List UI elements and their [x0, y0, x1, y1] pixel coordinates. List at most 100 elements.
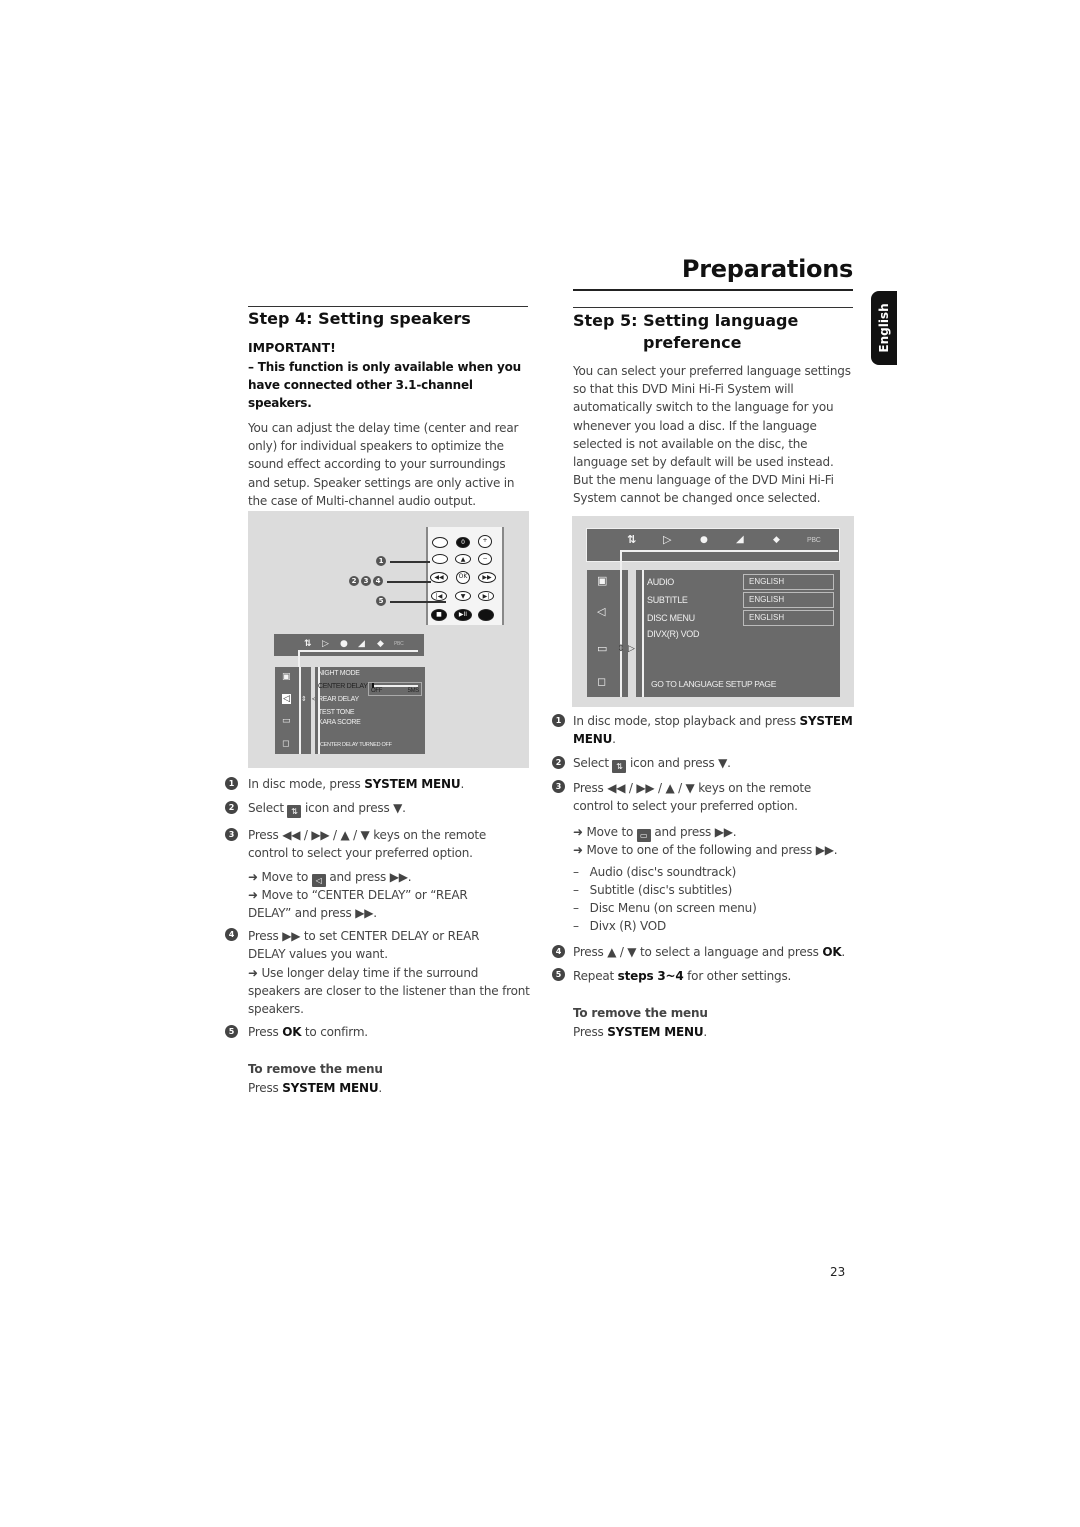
option-text: Audio (disc's soundtrack)	[589, 865, 737, 879]
updown-icon: ⇕	[301, 695, 307, 703]
key-label: MENU	[573, 732, 613, 746]
subtitle-language-value[interactable]: ENGLISH	[743, 592, 834, 608]
language-tab-label: English	[877, 303, 891, 353]
step-text: Press	[248, 1025, 283, 1039]
key-label: SYSTEM	[799, 714, 853, 728]
step-number: 1	[552, 714, 565, 727]
remove-menu-instruction: Press SYSTEM MENU.	[248, 1079, 382, 1097]
person-icon: ▣	[597, 574, 608, 587]
step-number: 2	[225, 801, 238, 814]
language-tab: English	[871, 291, 897, 365]
osd-connector	[620, 550, 838, 552]
remote-button-skip-next: ▶|	[478, 591, 494, 601]
step-text: Press	[248, 1081, 283, 1095]
slider-min-label: OFF	[371, 688, 383, 694]
step4-substep: DELAY” and press ▶▶.	[248, 906, 377, 920]
setup-icon: ⇅	[287, 805, 302, 818]
remote-button-zero: 0	[456, 537, 470, 548]
callout-4: 4	[373, 576, 383, 586]
angle-icon: ◢	[358, 639, 365, 649]
header-rule	[573, 289, 853, 291]
callout-3: 3	[361, 576, 371, 586]
option-text: Divx (R) VOD	[589, 919, 667, 933]
remote-button-ok: OK	[456, 571, 470, 584]
key-label: SYSTEM MENU	[607, 1025, 704, 1039]
remove-menu-title: To remove the menu	[573, 1006, 708, 1020]
step-text: for other settings.	[683, 969, 792, 983]
osd-nav-strip: ⇕	[299, 667, 311, 754]
updown-icon: ⇕	[617, 644, 625, 654]
page-title: Preparations	[681, 255, 853, 283]
step-text: In disc mode, press	[248, 777, 365, 791]
remove-menu-instruction: Press SYSTEM MENU.	[573, 1023, 707, 1041]
osd-top-bar: ⇅ ▷ ● ◢ ◆ PBC	[586, 528, 840, 562]
brightness-icon: ◆	[377, 639, 384, 649]
step4-instruction-2: Select ⇅ icon and press ▼.	[248, 799, 406, 818]
menu-item-rear-delay: REAR DELAY	[318, 696, 359, 703]
step-text: to confirm.	[301, 1025, 368, 1039]
step-text: .	[378, 1081, 383, 1095]
key-label: OK	[282, 1025, 302, 1039]
step4-substep: ➜ Use longer delay time if the surround	[248, 966, 479, 980]
menu-item-test-tone: TEST TONE	[318, 709, 355, 716]
step-number: 4	[225, 928, 238, 941]
setup-icon: ⇅	[304, 639, 312, 649]
step-text: icon and press ▼.	[301, 801, 406, 815]
play-icon: ▷	[663, 533, 672, 546]
pbc-label: PBC	[807, 537, 821, 544]
step5-instruction-1: In disc mode, stop playback and press SY…	[573, 712, 858, 748]
step5-instruction-5: Repeat steps 3~4 for other settings.	[573, 967, 791, 985]
speaker-icon: ◁	[282, 694, 291, 704]
step-text: and press ▶▶.	[650, 825, 737, 839]
callout-5: 5	[376, 596, 386, 606]
callout-line	[390, 601, 446, 603]
remote-button-volume-up: +	[478, 535, 492, 548]
remote-button-down: ▼	[455, 591, 471, 601]
disc-menu-language-value[interactable]: ENGLISH	[743, 610, 834, 626]
remote-button-stop: ■	[431, 609, 447, 621]
subtitle-icon: ▭	[282, 716, 291, 726]
step5-substep: ➜ Move to ▭ and press ▶▶.	[573, 823, 737, 842]
key-label: SYSTEM MENU	[282, 1081, 379, 1095]
remote-button-up: ▲	[455, 554, 471, 564]
audio-language-value[interactable]: ENGLISH	[743, 574, 834, 590]
step-number: 1	[225, 777, 238, 790]
remote-control: 0 + ▲ − ◀◀ OK ▶▶ |◀ ▼ ▶| ■ ▶II	[426, 527, 504, 625]
step-text: Select	[248, 801, 288, 815]
step4-substep: ➜ Move to ◁ and press ▶▶.	[248, 868, 412, 887]
key-label: SYSTEM MENU	[364, 777, 461, 791]
step-text: ➜ Move to	[573, 825, 637, 839]
language-row-subtitle: SUBTITLE	[647, 595, 688, 605]
important-label: IMPORTANT!	[248, 340, 336, 355]
callout-line	[387, 581, 431, 583]
step4-instruction-3-cont: control to select your preferred option.	[248, 846, 473, 860]
callout-2: 2	[349, 576, 359, 586]
remote-button-next: ▶▶	[478, 572, 496, 583]
key-label: steps 3~4	[617, 969, 684, 983]
pbc-label: PBC	[394, 641, 404, 647]
step4-heading: Step 4: Setting speakers	[248, 309, 471, 328]
step4-instruction-4: Press ▶▶ to set CENTER DELAY or REAR	[248, 929, 480, 943]
osd-connector	[298, 650, 300, 668]
osd-status: CENTER DELAY TURNED OFF	[320, 742, 392, 748]
step5-instruction-3: Press ◀◀ / ▶▶ / ▲ / ▼ keys on the remote	[573, 781, 812, 795]
step-text: .	[841, 945, 846, 959]
setup-icon: ⇅	[612, 760, 627, 773]
step5-instruction-4: Press ▲ / ▼ to select a language and pre…	[573, 943, 845, 961]
step4-instruction-1: In disc mode, press SYSTEM MENU.	[248, 775, 464, 793]
step4-substep: speakers.	[248, 1002, 304, 1016]
center-delay-slider[interactable]: OFF 5MS	[368, 682, 422, 696]
zoom-icon: ●	[340, 639, 348, 649]
language-setup-figure: ⇅ ▷ ● ◢ ◆ PBC ▣ ◁ ▭ ◻ ⇕ ▷ AUDIO ENGLISH …	[572, 516, 854, 707]
osd-footer: GO TO LANGUAGE SETUP PAGE	[651, 679, 777, 689]
option-text: Subtitle (disc's subtitles)	[589, 883, 733, 897]
step4-substep: ➜ Move to “CENTER DELAY” or “REAR	[248, 888, 468, 902]
step4-substep: speakers are closer to the listener than…	[248, 984, 530, 998]
setup-icon: ⇅	[627, 533, 637, 546]
step4-instruction-4-cont: DELAY values you want.	[248, 947, 388, 961]
remote-button-skip-prev: |◀	[431, 591, 447, 601]
preferences-icon: ◻	[282, 739, 290, 749]
step-text: Repeat	[573, 969, 618, 983]
remote-button-volume-down: −	[478, 553, 492, 565]
important-note: – This function is only available when y…	[248, 360, 521, 410]
